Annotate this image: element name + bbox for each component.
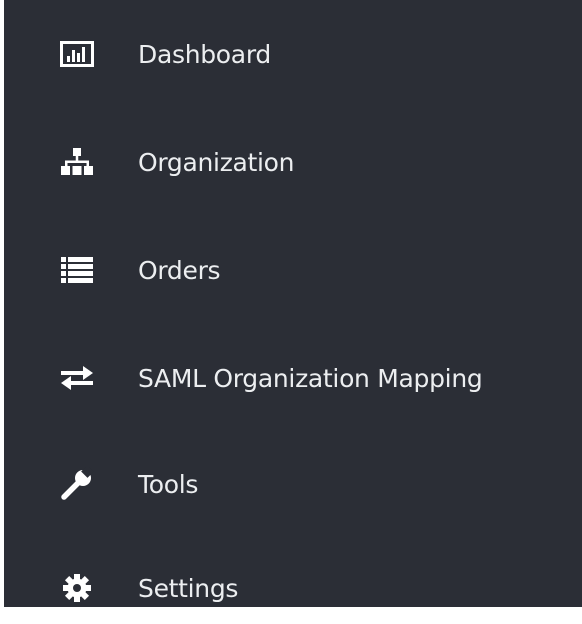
sidebar-item-tools[interactable]: Tools (4, 448, 582, 520)
sidebar-item-label: Dashboard (138, 39, 271, 69)
exchange-arrows-icon (60, 361, 94, 395)
sidebar-item-orders[interactable]: Orders (4, 234, 582, 306)
sidebar-nav: Dashboard Organization Orders SAML Organ… (4, 0, 582, 607)
sidebar-item-dashboard[interactable]: Dashboard (4, 18, 582, 90)
sitemap-icon (60, 145, 94, 179)
sidebar-item-label: Orders (138, 255, 221, 285)
sidebar-item-organization[interactable]: Organization (4, 126, 582, 198)
gear-icon (60, 571, 94, 605)
sidebar-item-label: Organization (138, 147, 295, 177)
bar-chart-icon (60, 37, 94, 71)
sidebar-item-saml-organization-mapping[interactable]: SAML Organization Mapping (4, 342, 582, 414)
sidebar-item-label: Tools (138, 469, 199, 499)
sidebar-item-label: Settings (138, 573, 239, 603)
wrench-icon (60, 467, 94, 501)
sidebar-item-label: SAML Organization Mapping (138, 363, 483, 393)
sidebar-item-settings[interactable]: Settings (4, 552, 582, 624)
list-icon (60, 253, 94, 287)
